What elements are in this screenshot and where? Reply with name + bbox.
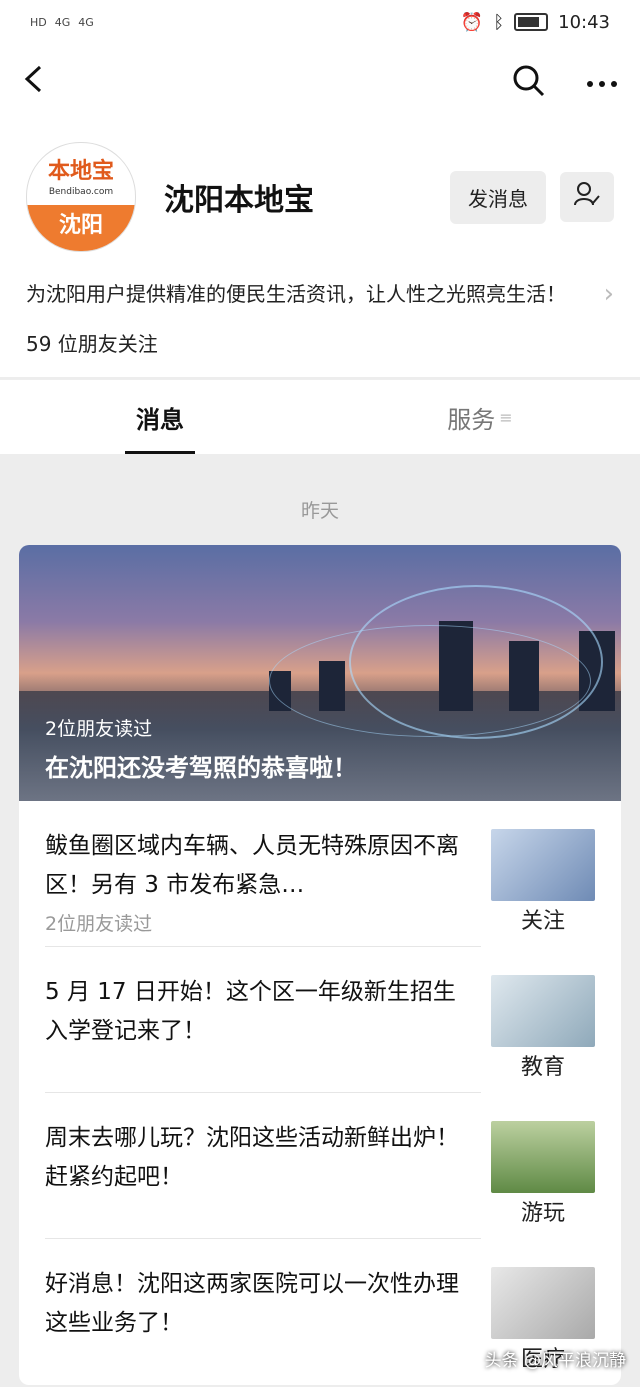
network-label-1: 4G: [54, 15, 71, 29]
list-item[interactable]: 鲅鱼圈区域内车辆、人员无特殊原因不离区！另有 3 市发布紧急… 2位朋友读过 关…: [19, 801, 621, 947]
account-description: 为沈阳用户提供精准的便民生活资讯，让人性之光照亮生活！: [26, 282, 566, 306]
network-label-2: 4G: [78, 15, 94, 29]
logo-top-text: 本地宝: [47, 159, 114, 184]
follow-button[interactable]: [560, 172, 614, 222]
article-title: 好消息！沈阳这两家医院可以一次性办理这些业务了！: [45, 1271, 459, 1336]
logo-mid-text: Bendibao.com: [48, 187, 114, 197]
hero-tech-swirl: [269, 625, 591, 737]
article-thumbnail: 教育: [491, 947, 595, 1093]
article-title: 5 月 17 日开始！这个区一年级新生招生入学登记来了！: [45, 979, 456, 1044]
hero-readers: 2位朋友读过: [45, 718, 153, 740]
tab-services[interactable]: 服务 ≡: [320, 380, 640, 454]
alarm-icon: ⏰: [460, 11, 484, 33]
article-title: 鲅鱼圈区域内车辆、人员无特殊原因不离区！另有 3 市发布紧急…: [45, 833, 459, 898]
menu-icon: ≡: [499, 407, 513, 427]
article-title: 周末去哪儿玩？沈阳这些活动新鲜出炉！赶紧约起吧！: [45, 1125, 459, 1190]
tab-messages[interactable]: 消息: [0, 380, 320, 454]
thumbnail-image: [491, 829, 595, 901]
battery-icon: [514, 13, 549, 31]
more-icon[interactable]: [586, 74, 618, 93]
account-profile: 本地宝 Bendibao.com 沈阳 沈阳本地宝 发消息 为沈阳用户提供精准的…: [0, 122, 640, 377]
list-item[interactable]: 5 月 17 日开始！这个区一年级新生招生入学登记来了！ 教育: [19, 947, 621, 1093]
send-message-button[interactable]: 发消息: [450, 170, 546, 224]
article-thumbnail: 关注: [491, 801, 595, 947]
clock: 10:43: [558, 11, 610, 33]
article-card: 2位朋友读过 在沈阳还没考驾照的恭喜啦！ 鲅鱼圈区域内车辆、人员无特殊原因不离区…: [19, 545, 621, 1385]
account-name: 沈阳本地宝: [164, 183, 314, 218]
signal-indicators: HD 4G 4G: [30, 16, 94, 29]
hd-label: HD: [30, 15, 47, 29]
thumbnail-label: 关注: [520, 909, 565, 934]
thumbnail-image: [491, 1121, 595, 1193]
search-icon[interactable]: [512, 64, 546, 102]
article-thumbnail: 游玩: [491, 1093, 595, 1239]
logo-bottom-text: 沈阳: [27, 205, 135, 251]
thumbnail-image: [491, 1267, 595, 1339]
thumbnail-image: [491, 975, 595, 1047]
list-item[interactable]: 周末去哪儿玩？沈阳这些活动新鲜出炉！赶紧约起吧！ 游玩: [19, 1093, 621, 1239]
hero-article[interactable]: 2位朋友读过 在沈阳还没考驾照的恭喜啦！: [19, 545, 621, 801]
account-logo[interactable]: 本地宝 Bendibao.com 沈阳: [26, 142, 136, 252]
tab-services-label: 服务: [447, 405, 496, 434]
date-divider: 昨天: [300, 500, 339, 522]
friends-following: 59 位朋友关注: [26, 332, 158, 356]
nav-actions: [512, 64, 618, 102]
status-bar: HD 4G 4G ⏰ ᛒ 10:43: [0, 0, 640, 44]
article-readers: 2位朋友读过: [45, 913, 153, 935]
user-check-icon: [573, 180, 601, 214]
back-arrow-icon[interactable]: [22, 64, 44, 102]
tab-bar: 消息 服务 ≡: [0, 379, 640, 454]
thumbnail-label: 教育: [520, 1055, 565, 1080]
hero-title: 在沈阳还没考驾照的恭喜啦！: [45, 754, 357, 782]
chevron-right-icon: ›: [603, 279, 614, 309]
top-nav: [0, 44, 640, 122]
watermark: 头条 @风平浪沉静: [484, 1351, 626, 1371]
thumbnail-label: 游玩: [520, 1201, 565, 1226]
bluetooth-icon: ᛒ: [493, 11, 505, 33]
account-description-row[interactable]: 为沈阳用户提供精准的便民生活资讯，让人性之光照亮生活！ ›: [26, 278, 614, 310]
status-right: ⏰ ᛒ 10:43: [461, 12, 610, 33]
